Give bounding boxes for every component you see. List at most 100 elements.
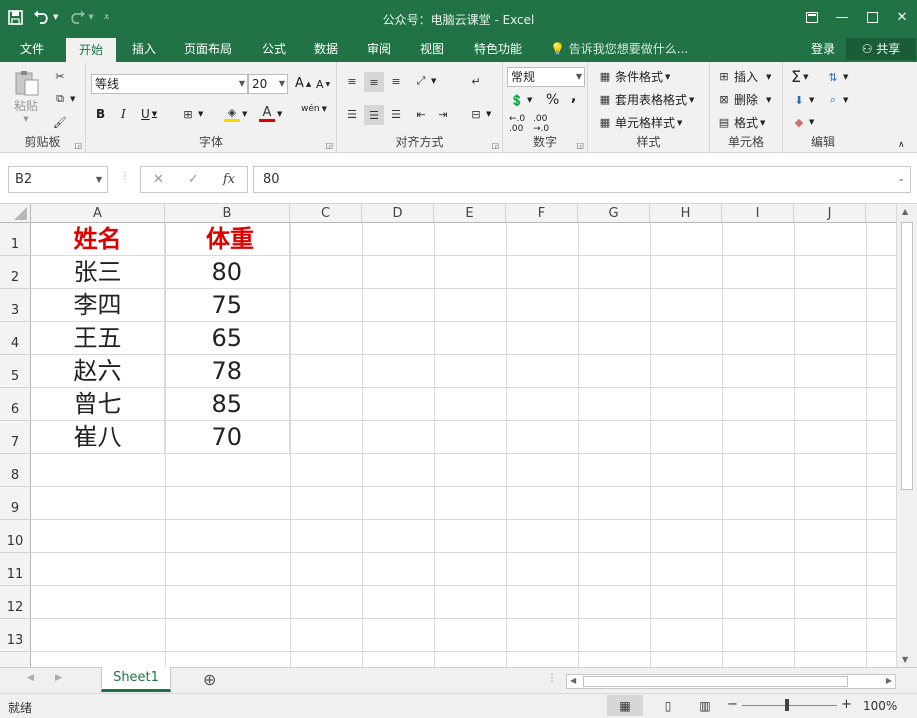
row-header[interactable]: 3 xyxy=(0,289,31,322)
align-right-button[interactable]: ☰ xyxy=(388,106,404,122)
cell-styles-button[interactable]: ▦ 单元格样式 ▼ xyxy=(597,114,683,131)
column-header-b[interactable]: B xyxy=(165,204,290,223)
scroll-up-icon[interactable]: ▲ xyxy=(902,207,908,216)
wrap-text-button[interactable]: ↵ xyxy=(468,73,484,89)
dialog-launcher-icon[interactable]: ◲ xyxy=(74,141,82,150)
row-header[interactable]: 12 xyxy=(0,586,31,619)
page-layout-view-button[interactable]: ▯ xyxy=(653,695,683,716)
align-bottom-button[interactable]: ≡ xyxy=(388,73,404,89)
copy-button[interactable]: ⧉ ▼ xyxy=(52,91,75,107)
select-all-corner[interactable] xyxy=(0,204,31,223)
column-header-a[interactable]: A xyxy=(31,204,165,223)
increase-decimal-button[interactable]: ←.0.00 xyxy=(509,114,525,134)
cancel-icon[interactable]: ✕ xyxy=(153,172,164,187)
drag-handle-icon[interactable]: ⋮ xyxy=(120,171,130,182)
column-header-g[interactable]: G xyxy=(578,204,650,223)
fill-color-button[interactable]: ◈ ▼ xyxy=(224,106,247,122)
conditional-format-button[interactable]: ▦ 条件格式 ▼ xyxy=(597,68,671,85)
zoom-slider-thumb[interactable] xyxy=(785,699,789,711)
cell-b3[interactable]: 75 xyxy=(165,289,290,322)
row-header[interactable]: 5 xyxy=(0,355,31,388)
zoom-slider-track[interactable] xyxy=(742,705,837,706)
formula-input[interactable]: 80 ⌄ xyxy=(253,166,911,193)
normal-view-button[interactable]: ▦ xyxy=(607,695,643,716)
comma-button[interactable]: , xyxy=(571,89,576,105)
login-link[interactable]: 登录 xyxy=(811,37,835,61)
row-header[interactable]: 10 xyxy=(0,520,31,553)
expand-formula-icon[interactable]: ⌄ xyxy=(897,167,905,192)
cell-b6[interactable]: 85 xyxy=(165,388,290,421)
font-color-button[interactable]: A ▼ xyxy=(259,105,282,122)
delete-cells-button[interactable]: ⊠ 删除 ▼ xyxy=(716,91,771,108)
cell-b7[interactable]: 70 xyxy=(165,421,290,454)
row-header[interactable]: 6 xyxy=(0,388,31,421)
accounting-button[interactable]: 💲 ▼ xyxy=(509,92,532,108)
decrease-indent-button[interactable]: ⇤ xyxy=(413,106,429,122)
format-cells-button[interactable]: ▤ 格式 ▼ xyxy=(716,114,766,131)
borders-button[interactable]: ⊞ ▼ xyxy=(180,106,203,122)
scroll-down-icon[interactable]: ▼ xyxy=(902,655,908,664)
cell-b1[interactable]: 体重 xyxy=(165,223,290,256)
bold-button[interactable]: B xyxy=(96,107,105,121)
number-format-box[interactable]: 常规 ▼ xyxy=(507,67,585,87)
phonetic-button[interactable]: wén ▼ xyxy=(301,104,327,114)
tab-splitter-icon[interactable]: ⋮ xyxy=(547,673,557,684)
orientation-button[interactable]: ⤢ ▼ xyxy=(413,73,437,89)
row-header[interactable]: 9 xyxy=(0,487,31,520)
worksheet-grid[interactable]: A B C D E F G H I J 1 2 3 4 5 6 7 8 9 10… xyxy=(0,204,896,667)
align-center-button[interactable]: ☰ xyxy=(364,105,384,125)
cell-a4[interactable]: 王五 xyxy=(31,322,165,355)
zoom-out-button[interactable]: − xyxy=(727,697,738,712)
cell-a1[interactable]: 姓名 xyxy=(31,223,165,256)
scroll-left-icon[interactable]: ◀ xyxy=(570,676,576,685)
scroll-right-icon[interactable]: ▶ xyxy=(886,676,892,685)
sheet-tab-sheet1[interactable]: Sheet1 xyxy=(101,667,171,692)
grow-font-button[interactable]: A ▲ xyxy=(295,76,311,91)
row-header[interactable]: 11 xyxy=(0,553,31,586)
column-header-f[interactable]: F xyxy=(506,204,578,223)
column-header-j[interactable]: J xyxy=(794,204,866,223)
cell-b4[interactable]: 65 xyxy=(165,322,290,355)
format-as-table-button[interactable]: ▦ 套用表格格式 ▼ xyxy=(597,91,695,108)
ribbon-display-icon[interactable] xyxy=(797,0,827,34)
add-sheet-icon[interactable]: ⊕ xyxy=(203,670,216,689)
tab-page-layout[interactable]: 页面布局 xyxy=(176,37,240,62)
align-middle-button[interactable]: ≡ xyxy=(364,72,384,92)
dialog-launcher-icon[interactable]: ◲ xyxy=(576,141,584,150)
fill-button[interactable]: ⬇ ▼ xyxy=(791,92,814,108)
percent-button[interactable]: % xyxy=(546,92,559,108)
row-header[interactable]: 2 xyxy=(0,256,31,289)
tell-me-box[interactable]: 💡 告诉我您想要做什么... xyxy=(550,37,688,62)
align-top-button[interactable]: ≡ xyxy=(344,73,360,89)
cell-b5[interactable]: 78 xyxy=(165,355,290,388)
find-select-button[interactable]: ⌕ ▼ xyxy=(825,92,848,108)
share-button[interactable]: ⚇ 共享 xyxy=(846,38,916,60)
horizontal-scrollbar[interactable]: ◀ ▶ xyxy=(566,674,896,689)
paste-button[interactable]: 粘贴 ▼ xyxy=(12,70,40,123)
tab-data[interactable]: 数据 xyxy=(304,37,348,62)
collapse-ribbon-icon[interactable]: ∧ xyxy=(898,140,905,150)
maximize-icon[interactable] xyxy=(857,0,887,34)
minimize-icon[interactable]: — xyxy=(827,0,857,34)
autosum-button[interactable]: Σ ▼ xyxy=(791,67,809,86)
clear-button[interactable]: ◆ ▼ xyxy=(791,114,815,130)
confirm-icon[interactable]: ✓ xyxy=(188,172,199,187)
zoom-in-button[interactable]: + xyxy=(841,697,852,712)
cell-a6[interactable]: 曾七 xyxy=(31,388,165,421)
cell-a5[interactable]: 赵六 xyxy=(31,355,165,388)
row-header[interactable]: 1 xyxy=(0,223,31,256)
format-painter-button[interactable]: 🖌 xyxy=(52,114,68,130)
tab-home[interactable]: 开始 xyxy=(66,38,116,63)
underline-button[interactable]: U ▼ xyxy=(141,107,157,121)
cell-a3[interactable]: 李四 xyxy=(31,289,165,322)
column-header-c[interactable]: C xyxy=(290,204,362,223)
sort-filter-button[interactable]: ⇅ ▼ xyxy=(825,69,848,85)
hscroll-thumb[interactable] xyxy=(583,676,848,687)
merge-center-button[interactable]: ⊟ ▼ xyxy=(468,106,491,122)
column-header-k[interactable] xyxy=(866,204,896,223)
column-header-h[interactable]: H xyxy=(650,204,722,223)
close-icon[interactable]: ✕ xyxy=(887,0,917,34)
increase-indent-button[interactable]: ⇥ xyxy=(435,106,451,122)
next-sheet-icon[interactable]: ▶ xyxy=(55,673,62,683)
tab-view[interactable]: 视图 xyxy=(410,37,454,62)
